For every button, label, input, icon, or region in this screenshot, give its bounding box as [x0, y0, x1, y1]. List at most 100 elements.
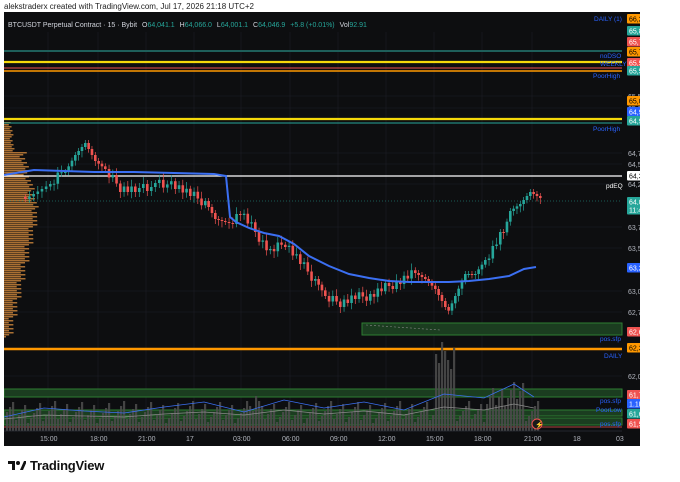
profile-bar [4, 326, 9, 328]
volume-bar [339, 409, 342, 431]
price-badge-label: 65,710.0 [629, 50, 640, 57]
volume-bar [489, 396, 492, 431]
candles [24, 140, 542, 315]
candle-body [535, 194, 539, 196]
candle-body [519, 204, 522, 207]
candle-body [122, 186, 126, 192]
candle-body [391, 286, 395, 289]
candle-body [467, 274, 470, 275]
profile-bar [4, 192, 28, 194]
profile-bar [4, 232, 29, 234]
volume-bar [51, 406, 54, 431]
chart-pane[interactable]: DAILY (1) noDSO WEEKLY PoorHigh PoorHigh… [4, 12, 640, 446]
candle-body [40, 189, 44, 192]
volume-bar [189, 406, 192, 431]
profile-bar [4, 332, 14, 334]
price-tick-label: 64,250.0 [628, 182, 640, 189]
volume-bar [498, 397, 501, 431]
candle-body [100, 163, 104, 167]
profile-bar [4, 218, 33, 220]
candle-body [302, 262, 306, 264]
price-badge-label: 65,566.6 [629, 69, 640, 76]
price-badge-label: 65,787.0 [629, 40, 640, 47]
price-tick-label: 63,500.0 [628, 246, 640, 253]
candle-body [166, 184, 169, 188]
volume-bar [48, 411, 51, 431]
label-poorhigh-1: PoorHigh [593, 73, 620, 80]
time-tick-label: 09:00 [330, 436, 348, 443]
volume-bar [81, 402, 84, 431]
profile-bar [4, 246, 25, 248]
volume-bar [501, 389, 504, 431]
profile-bar [4, 290, 17, 292]
volume-bar [318, 421, 321, 431]
volume-bar [36, 408, 39, 431]
volume-bar [156, 415, 159, 431]
profile-bar [4, 310, 18, 312]
profile-bar [4, 222, 33, 224]
candle-body [376, 288, 380, 297]
volume-bar [474, 414, 477, 431]
vwap-line [4, 168, 537, 283]
label-pos-sfp-1: pos.sfp [600, 336, 621, 343]
profile-bar [4, 258, 25, 260]
volume-bar [69, 422, 72, 431]
candle-body [276, 242, 280, 252]
volume-bar [54, 401, 57, 431]
candle-body [487, 258, 491, 260]
volume-bar [306, 418, 309, 431]
profile-bar [4, 166, 29, 168]
profile-bar [4, 168, 26, 170]
volume-bar [237, 418, 240, 431]
candle-body [512, 208, 515, 211]
volume-bar [258, 401, 261, 431]
tradingview-logo[interactable]: TradingView [8, 457, 104, 473]
candle-body [126, 186, 130, 192]
profile-bar [4, 216, 38, 218]
candle-body [154, 183, 157, 187]
profile-bar [4, 276, 21, 278]
profile-bar [4, 136, 12, 138]
candle-body [522, 200, 525, 204]
volume-bar [45, 416, 48, 431]
price-axis[interactable]: 65,500.065,250.064,750.064,500.064,250.0… [627, 14, 640, 429]
candle-body [24, 197, 27, 199]
volume-bar [444, 351, 447, 431]
profile-bar [4, 160, 22, 162]
profile-bar [4, 270, 26, 272]
profile-bar [4, 202, 37, 204]
candle-body [387, 283, 391, 286]
volume-bar [204, 404, 207, 431]
price-badge-label: 1.1K [629, 402, 640, 409]
candle-body [207, 201, 210, 207]
candle-body [470, 274, 474, 275]
screenshot-frame: alekstraderx created with TradingView.co… [0, 0, 680, 482]
volume-profile [4, 122, 39, 338]
ohlc-close: 64,046.9 [258, 22, 285, 29]
time-tick-label: 18 [573, 436, 581, 443]
volume-bar [192, 401, 195, 431]
candle-body [150, 187, 153, 191]
candle-body [477, 269, 480, 274]
candle-body [529, 192, 532, 196]
time-tick-label: 18:00 [90, 436, 108, 443]
chart-canvas[interactable]: DAILY (1) noDSO WEEKLY PoorHigh PoorHigh… [4, 12, 640, 446]
volume-bar [327, 406, 330, 431]
profile-bar [4, 264, 21, 266]
volume-bar [411, 404, 414, 431]
candle-body [474, 274, 477, 275]
candle-body [261, 240, 265, 242]
candle-body [299, 254, 302, 264]
ohlc-open: 64,041.1 [147, 22, 174, 29]
volume-bar [309, 413, 312, 431]
candle-body [437, 289, 440, 295]
volume-bar [504, 406, 507, 431]
candle-body [346, 299, 350, 303]
time-axis[interactable]: 15:00 18:00 21:00 17 03:00 06:00 09:00 12:00 15:… [4, 430, 624, 443]
time-tick-label: 21:00 [524, 436, 542, 443]
candle-body [331, 296, 335, 302]
volume-bar [402, 419, 405, 431]
candle-body [94, 155, 97, 161]
volume-bar [381, 408, 384, 431]
profile-bar [4, 162, 27, 164]
